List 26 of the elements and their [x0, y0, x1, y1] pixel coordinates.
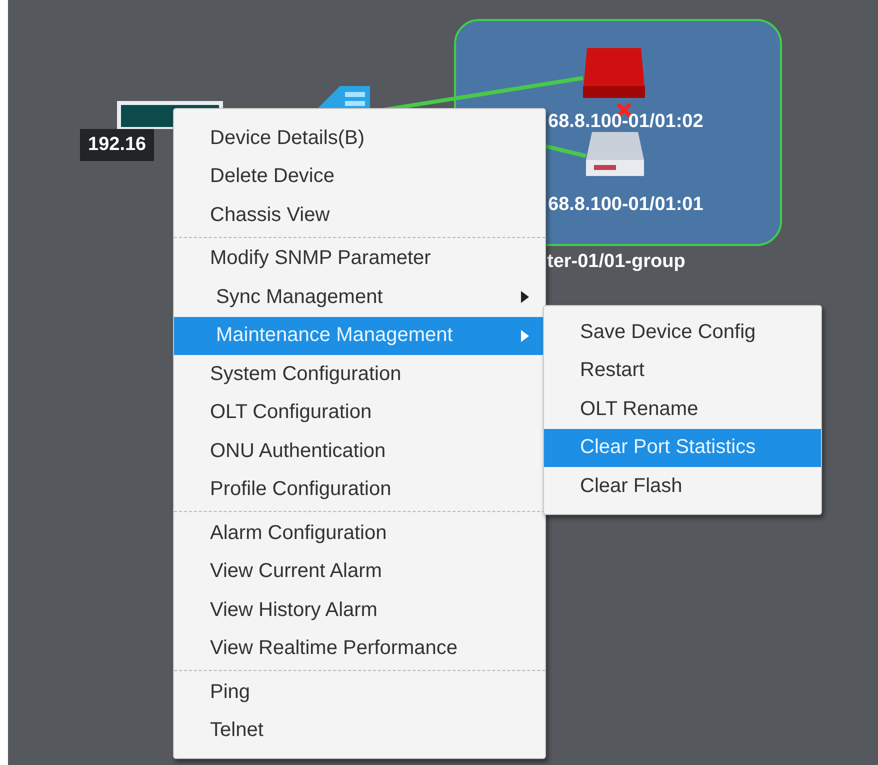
menu-item[interactable]: View Current Alarm	[174, 552, 545, 591]
menu-item[interactable]: Chassis View	[174, 196, 545, 234]
submenu-arrow-icon	[521, 330, 529, 342]
menu-item[interactable]: Profile Configuration	[174, 470, 545, 509]
menu-item[interactable]: Restart	[544, 352, 821, 390]
menu-item[interactable]: Save Device Config	[544, 313, 821, 352]
menu-item[interactable]: Sync Management	[174, 278, 545, 316]
menu-item[interactable]: View History Alarm	[174, 591, 545, 630]
menu-item[interactable]: Clear Flash	[544, 467, 821, 506]
modem-device-icon[interactable]	[586, 132, 644, 176]
menu-item[interactable]: Device Details(B)	[174, 119, 545, 158]
device-label: 192.16	[80, 129, 154, 161]
menu-item[interactable]: OLT Configuration	[174, 394, 545, 432]
device-label: 68.8.100-01/01:01	[548, 194, 704, 216]
device-label: 68.8.100-01/01:02	[548, 111, 704, 133]
menu-item[interactable]: OLT Rename	[544, 390, 821, 428]
menu-item[interactable]: System Configuration	[174, 355, 545, 394]
menu-item[interactable]: Telnet	[174, 712, 545, 750]
submenu-arrow-icon	[521, 291, 529, 304]
menu-item[interactable]: Ping	[174, 673, 545, 712]
menu-item[interactable]: Alarm Configuration	[174, 514, 545, 552]
menu-item[interactable]: Delete Device	[174, 158, 545, 196]
menu-item[interactable]: ONU Authentication	[174, 432, 545, 470]
group-label: ter-01/01-group	[547, 251, 686, 273]
menu-item[interactable]: View Realtime Performance	[174, 630, 545, 668]
menu-item[interactable]: Modify SNMP Parameter	[174, 240, 545, 278]
